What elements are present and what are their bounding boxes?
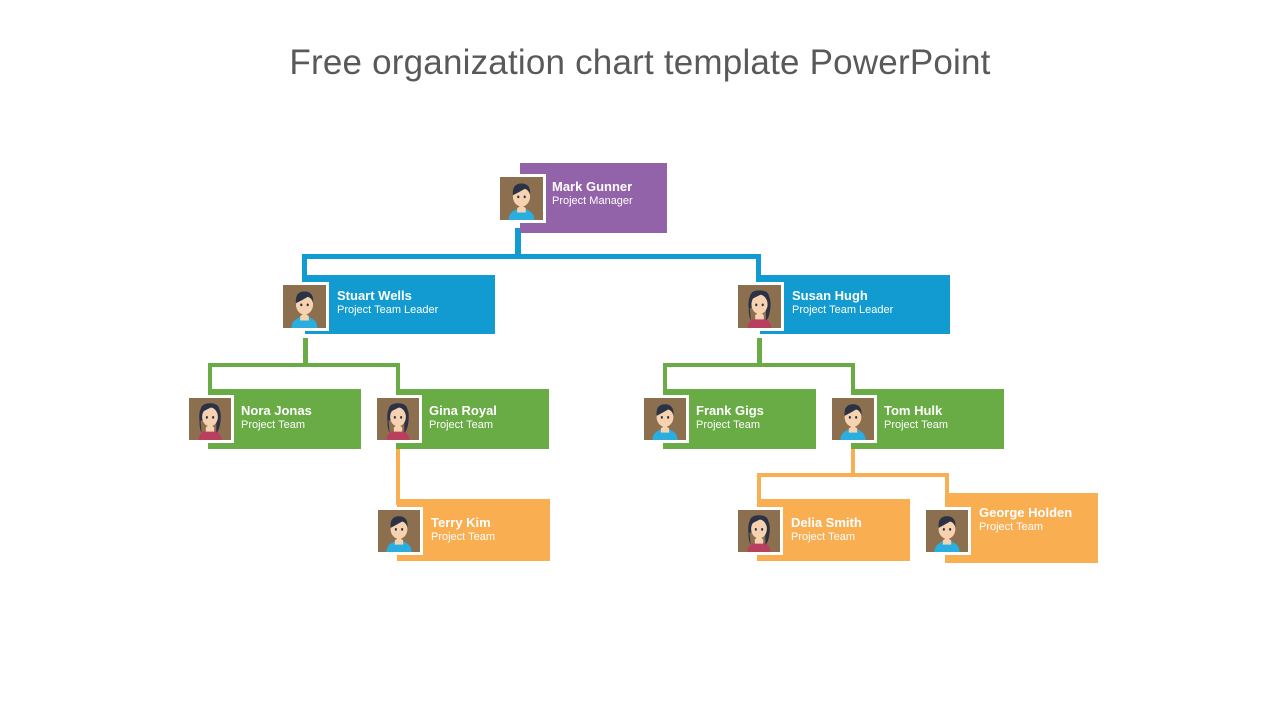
node-gina-royal-text: Gina Royal Project Team	[429, 403, 547, 431]
connector-tom-children-horizontal	[757, 473, 949, 477]
avatar-tom-hulk	[829, 395, 877, 443]
node-terry-kim-text: Terry Kim Project Team	[431, 515, 549, 543]
avatar-george-holden	[923, 507, 971, 555]
node-mark-gunner-role: Project Manager	[552, 194, 633, 207]
node-george-holden-name: George Holden	[979, 505, 1073, 520]
node-frank-gigs-name: Frank Gigs	[696, 403, 764, 418]
node-nora-jonas[interactable]: Nora Jonas Project Team	[186, 389, 361, 451]
node-george-holden-role: Project Team	[979, 521, 1043, 534]
node-delia-smith-role: Project Team	[791, 530, 855, 543]
avatar-male-icon	[832, 398, 874, 440]
node-stuart-wells-text: Stuart Wells Project Team Leader	[337, 288, 492, 316]
node-tom-hulk-text: Tom Hulk Project Team	[884, 403, 1002, 431]
avatar-nora-jonas	[186, 395, 234, 443]
node-terry-kim-role: Project Team	[431, 530, 495, 543]
avatar-delia-smith	[735, 507, 783, 555]
node-gina-royal-name: Gina Royal	[429, 403, 497, 418]
node-delia-smith-name: Delia Smith	[791, 515, 862, 530]
node-mark-gunner-name: Mark Gunner	[552, 179, 633, 194]
node-tom-hulk-role: Project Team	[884, 418, 948, 431]
connector-stuart-children-horizontal	[208, 363, 400, 367]
node-stuart-wells[interactable]: Stuart Wells Project Team Leader	[280, 275, 495, 342]
node-frank-gigs-text: Frank Gigs Project Team	[696, 403, 814, 431]
node-susan-hugh-name: Susan Hugh	[792, 288, 868, 303]
org-chart: Mark Gunner Project Manager Stuart Wells…	[0, 0, 1280, 720]
node-gina-royal[interactable]: Gina Royal Project Team	[374, 389, 549, 451]
node-terry-kim-name: Terry Kim	[431, 515, 491, 530]
node-gina-royal-role: Project Team	[429, 418, 493, 431]
avatar-stuart-wells	[280, 282, 329, 331]
connector-susan-hugh-stem	[757, 338, 762, 366]
node-stuart-wells-name: Stuart Wells	[337, 288, 412, 303]
avatar-terry-kim	[375, 507, 423, 555]
node-mark-gunner-text: Mark Gunner Project Manager	[552, 179, 664, 207]
node-tom-hulk-name: Tom Hulk	[884, 403, 943, 418]
connector-stuart-wells-stem	[303, 338, 308, 366]
avatar-gina-royal	[374, 395, 422, 443]
avatar-mark-gunner	[497, 174, 546, 223]
node-nora-jonas-text: Nora Jonas Project Team	[241, 403, 359, 431]
node-susan-hugh[interactable]: Susan Hugh Project Team Leader	[735, 275, 950, 342]
node-delia-smith[interactable]: Delia Smith Project Team	[735, 499, 910, 563]
connector-susan-children-horizontal	[663, 363, 855, 367]
node-frank-gigs-role: Project Team	[696, 418, 760, 431]
avatar-female-icon	[738, 510, 780, 552]
node-george-holden-text: George Holden Project Team	[979, 505, 1084, 534]
connector-tom-hulk-stem	[851, 447, 855, 475]
node-delia-smith-text: Delia Smith Project Team	[791, 515, 909, 543]
avatar-male-icon	[644, 398, 686, 440]
avatar-female-icon	[377, 398, 419, 440]
node-tom-hulk[interactable]: Tom Hulk Project Team	[829, 389, 1004, 451]
node-susan-hugh-text: Susan Hugh Project Team Leader	[792, 288, 947, 316]
node-mark-gunner[interactable]: Mark Gunner Project Manager	[497, 163, 667, 235]
node-george-holden[interactable]: George Holden Project Team	[923, 493, 1098, 565]
avatar-susan-hugh	[735, 282, 784, 331]
node-terry-kim[interactable]: Terry Kim Project Team	[375, 499, 550, 563]
connector-terry-kim-line	[396, 447, 400, 505]
avatar-male-icon	[378, 510, 420, 552]
avatar-frank-gigs	[641, 395, 689, 443]
avatar-female-icon	[189, 398, 231, 440]
avatar-male-icon	[283, 285, 326, 328]
connector-level2-horizontal	[302, 254, 761, 259]
node-susan-hugh-role: Project Team Leader	[792, 303, 894, 316]
node-frank-gigs[interactable]: Frank Gigs Project Team	[641, 389, 816, 451]
avatar-female-icon	[738, 285, 781, 328]
node-stuart-wells-role: Project Team Leader	[337, 303, 439, 316]
avatar-male-icon	[500, 177, 543, 220]
node-nora-jonas-role: Project Team	[241, 418, 305, 431]
node-nora-jonas-name: Nora Jonas	[241, 403, 312, 418]
avatar-male-icon	[926, 510, 968, 552]
